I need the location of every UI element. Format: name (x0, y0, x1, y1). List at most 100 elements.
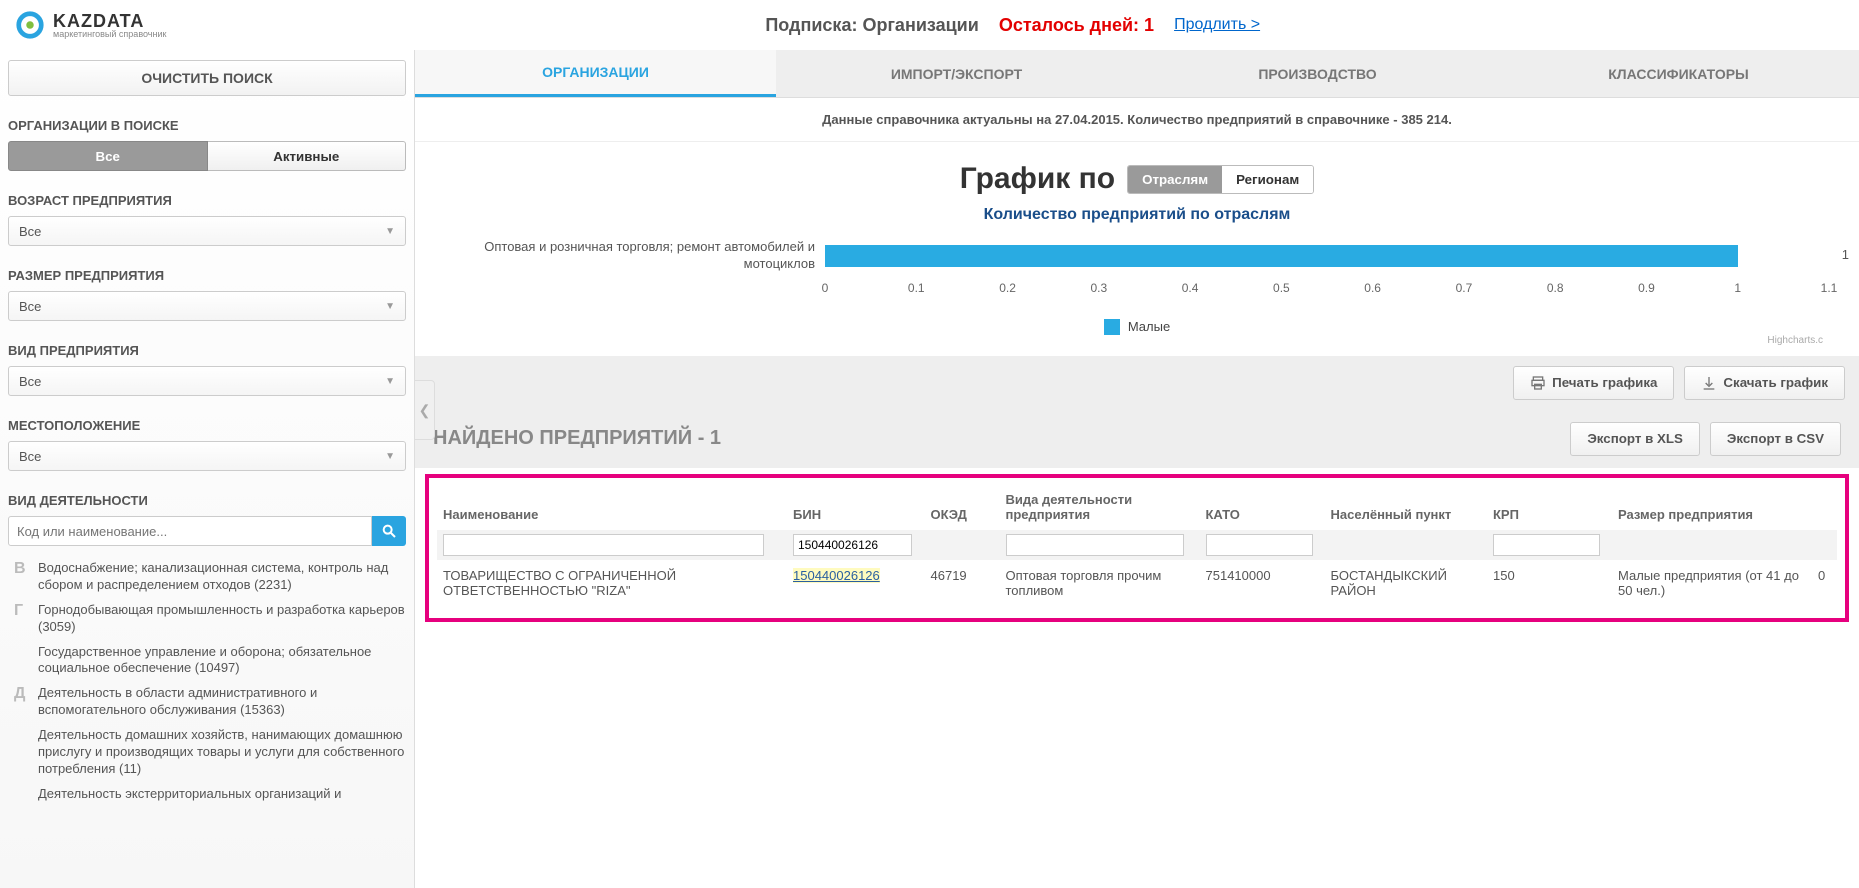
cell-krp: 150 (1487, 560, 1612, 606)
th-krp[interactable]: КРП (1487, 484, 1612, 530)
collapse-sidebar-handle[interactable]: ❮ (415, 380, 435, 440)
activity-item[interactable]: ВВодоснабжение; канализационная система,… (8, 556, 406, 598)
main-tabs: ОРГАНИЗАЦИИ ИМПОРТ/ЭКСПОРТ ПРОИЗВОДСТВО … (415, 50, 1859, 98)
print-chart-button[interactable]: Печать графика (1513, 366, 1674, 400)
cell-kato: 751410000 (1200, 560, 1325, 606)
activity-item[interactable]: Деятельность домашних хозяйств, нанимающ… (8, 723, 406, 782)
activity-item-text: Горнодобывающая промышленность и разрабо… (38, 602, 406, 636)
days-left: Осталось дней: 1 (999, 15, 1154, 36)
logo-icon (15, 10, 45, 40)
subscription-banner: Подписка: Организации Осталось дней: 1 П… (166, 15, 1859, 36)
export-csv-button[interactable]: Экспорт в CSV (1710, 422, 1841, 456)
tab-organizations[interactable]: ОРГАНИЗАЦИИ (415, 50, 776, 97)
filter-activity-input[interactable] (1006, 534, 1185, 556)
activity-item-text: Государственное управление и оборона; об… (38, 644, 406, 678)
chart-bar-label: Оптовая и розничная торговля; ремонт авт… (445, 239, 825, 273)
th-settlement[interactable]: Населённый пункт (1325, 484, 1488, 530)
extend-link[interactable]: Продлить > (1174, 16, 1260, 34)
th-bin[interactable]: БИН (787, 484, 925, 530)
chart-mode-toggle: Отраслям Регионам (1127, 165, 1314, 194)
logo-title: KAZDATA (53, 12, 166, 30)
chart-bar-fill[interactable] (825, 245, 1738, 267)
clear-search-button[interactable]: ОЧИСТИТЬ ПОИСК (8, 60, 406, 96)
content: ОРГАНИЗАЦИИ ИМПОРТ/ЭКСПОРТ ПРОИЗВОДСТВО … (415, 50, 1859, 888)
filter-active-button[interactable]: Активные (208, 141, 407, 171)
cell-oked: 46719 (925, 560, 1000, 606)
top-header: KAZDATA маркетинговый справочник Подписк… (0, 0, 1859, 50)
filter-krp-input[interactable] (1493, 534, 1600, 556)
sidebar-section-size: РАЗМЕР ПРЕДПРИЯТИЯ (8, 268, 406, 283)
results-table-highlight: Наименование БИН ОКЭД Вида деятельности … (425, 474, 1849, 622)
activity-item-text: Водоснабжение; канализационная система, … (38, 560, 406, 594)
table-row[interactable]: ТОВАРИЩЕСТВО С ОГРАНИЧЕННОЙ ОТВЕТСТВЕННО… (437, 560, 1837, 606)
axis-tick: 0.1 (908, 281, 925, 295)
activity-item[interactable]: ГГорнодобывающая промышленность и разраб… (8, 598, 406, 640)
location-select[interactable]: Все ▼ (8, 441, 406, 471)
logo[interactable]: KAZDATA маркетинговый справочник (15, 10, 166, 40)
caret-down-icon: ▼ (385, 451, 395, 462)
chevron-left-icon: ❮ (419, 402, 431, 419)
th-extra (1812, 484, 1837, 530)
cell-name: ТОВАРИЩЕСТВО С ОГРАНИЧЕННОЙ ОТВЕТСТВЕННО… (437, 560, 787, 606)
chart-bar-value: 1 (1842, 247, 1849, 262)
th-kato[interactable]: КАТО (1200, 484, 1325, 530)
sidebar-section-age: ВОЗРАСТ ПРЕДПРИЯТИЯ (8, 193, 406, 208)
axis-tick: 0.7 (1456, 281, 1473, 295)
activity-item-letter: В (8, 560, 38, 594)
cell-extra: 0 (1812, 560, 1837, 606)
cell-bin: 150440026126 (787, 560, 925, 606)
filter-name-input[interactable] (443, 534, 764, 556)
sidebar-section-location: МЕСТОПОЛОЖЕНИЕ (8, 418, 406, 433)
chart-bar-row: Оптовая и розничная торговля; ремонт авт… (445, 239, 1829, 273)
chart-by-region-button[interactable]: Регионам (1222, 166, 1313, 193)
chart-title-prefix: График по (960, 162, 1115, 196)
filter-kato-input[interactable] (1206, 534, 1313, 556)
axis-tick: 1 (1734, 281, 1741, 295)
results-table: Наименование БИН ОКЭД Вида деятельности … (437, 484, 1837, 606)
cell-activity: Оптовая торговля прочим топливом (1000, 560, 1200, 606)
activity-search-button[interactable] (372, 516, 406, 546)
download-chart-button[interactable]: Скачать график (1684, 366, 1845, 400)
activity-item-letter (8, 644, 38, 678)
sidebar-section-type: ВИД ПРЕДПРИЯТИЯ (8, 343, 406, 358)
filter-all-button[interactable]: Все (8, 141, 208, 171)
axis-tick: 0.3 (1090, 281, 1107, 295)
age-select[interactable]: Все ▼ (8, 216, 406, 246)
activity-item[interactable]: Деятельность экстерриториальных организа… (8, 782, 406, 807)
download-chart-label: Скачать график (1723, 375, 1828, 390)
activity-item[interactable]: ДДеятельность в области административног… (8, 681, 406, 723)
printer-icon (1530, 375, 1546, 391)
filter-bin-input[interactable] (793, 534, 912, 556)
sidebar: ОЧИСТИТЬ ПОИСК ОРГАНИЗАЦИИ В ПОИСКЕ Все … (0, 50, 415, 888)
print-chart-label: Печать графика (1552, 375, 1657, 390)
info-strip: Данные справочника актуальны на 27.04.20… (415, 98, 1859, 142)
th-size[interactable]: Размер предприятия (1612, 484, 1812, 530)
sidebar-section-org: ОРГАНИЗАЦИИ В ПОИСКЕ (8, 118, 406, 133)
chart-by-industry-button[interactable]: Отраслям (1128, 166, 1222, 193)
tab-production[interactable]: ПРОИЗВОДСТВО (1137, 50, 1498, 97)
table-header-row: Наименование БИН ОКЭД Вида деятельности … (437, 484, 1837, 530)
logo-text: KAZDATA маркетинговый справочник (53, 12, 166, 39)
bin-link[interactable]: 150440026126 (793, 568, 880, 583)
sidebar-section-activity: ВИД ДЕЯТЕЛЬНОСТИ (8, 493, 406, 508)
activity-item[interactable]: Государственное управление и оборона; об… (8, 640, 406, 682)
type-select[interactable]: Все ▼ (8, 366, 406, 396)
size-select-value: Все (19, 299, 41, 314)
legend-swatch (1104, 319, 1120, 335)
th-oked[interactable]: ОКЭД (925, 484, 1000, 530)
axis-tick: 1.1 (1821, 281, 1838, 295)
th-name[interactable]: Наименование (437, 484, 787, 530)
subscription-title: Подписка: Организации (765, 15, 978, 36)
caret-down-icon: ▼ (385, 301, 395, 312)
age-select-value: Все (19, 224, 41, 239)
size-select[interactable]: Все ▼ (8, 291, 406, 321)
type-select-value: Все (19, 374, 41, 389)
th-activity[interactable]: Вида деятельности предприятия (1000, 484, 1200, 530)
tab-classifiers[interactable]: КЛАССИФИКАТОРЫ (1498, 50, 1859, 97)
export-xls-button[interactable]: Экспорт в XLS (1570, 422, 1700, 456)
activity-item-text: Деятельность экстерриториальных организа… (38, 786, 406, 803)
axis-tick: 0.9 (1638, 281, 1655, 295)
results-heading: НАЙДЕНО ПРЕДПРИЯТИЙ - 1 (433, 427, 721, 450)
activity-search-input[interactable] (8, 516, 372, 546)
tab-import-export[interactable]: ИМПОРТ/ЭКСПОРТ (776, 50, 1137, 97)
